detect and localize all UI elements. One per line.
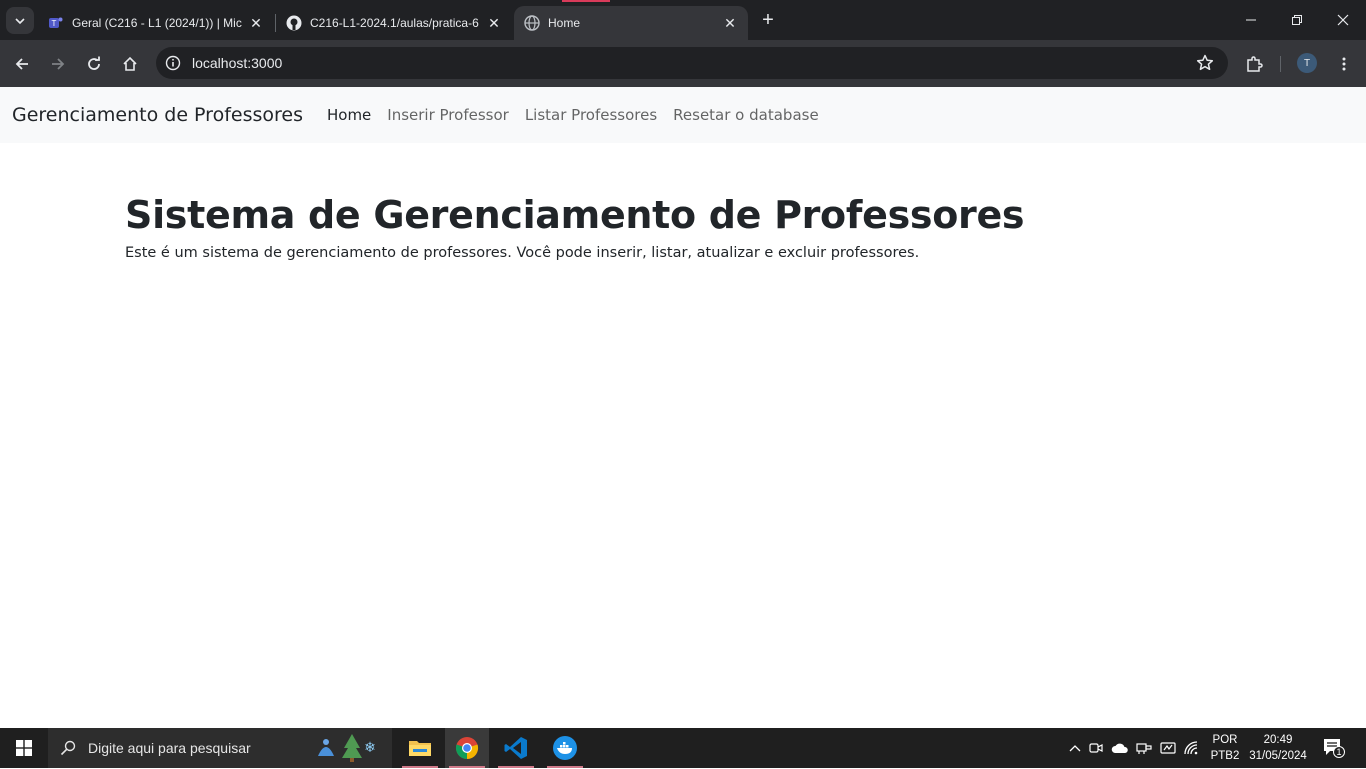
- nav-link-listar-professores[interactable]: Listar Professores: [517, 106, 665, 124]
- chevron-up-icon[interactable]: [1066, 744, 1084, 752]
- search-highlight-icon[interactable]: ❄: [314, 732, 376, 769]
- taskbar-vscode[interactable]: [494, 728, 538, 768]
- language-code: POR: [1212, 734, 1238, 746]
- close-icon[interactable]: ✕: [248, 15, 264, 31]
- page-title: Sistema de Gerenciamento de Professores: [125, 193, 1025, 237]
- url-text: localhost:3000: [192, 55, 283, 71]
- browser-tab-bar: T Geral (C216 - L1 (2024/1)) | Microsoft…: [0, 0, 1366, 40]
- restore-button[interactable]: [1274, 0, 1320, 40]
- tab-search-button[interactable]: [6, 7, 34, 34]
- close-icon[interactable]: ✕: [486, 15, 502, 31]
- extensions-button[interactable]: [1240, 50, 1268, 78]
- keyboard-layout: PTB2: [1210, 750, 1240, 762]
- new-tab-button[interactable]: +: [756, 8, 780, 32]
- home-button[interactable]: [116, 50, 144, 78]
- navbar-brand[interactable]: Gerenciamento de Professores: [12, 104, 303, 126]
- web-page: Gerenciamento de Professores Home Inseri…: [0, 87, 1366, 728]
- tab-home[interactable]: Home ✕: [514, 6, 748, 40]
- nav-links: Home Inserir Professor Listar Professore…: [319, 106, 827, 124]
- clock-date: 31/05/2024: [1249, 750, 1307, 762]
- onedrive-cloud-icon[interactable]: [1108, 742, 1132, 754]
- reload-icon: [88, 56, 100, 70]
- system-tray: [1066, 728, 1204, 768]
- taskbar-chrome[interactable]: [445, 728, 489, 768]
- tab-media-indicator: [562, 0, 610, 2]
- nav-link-resetar-database[interactable]: Resetar o database: [665, 106, 827, 124]
- wifi-icon[interactable]: [1180, 741, 1204, 755]
- minimize-button[interactable]: [1228, 0, 1274, 40]
- github-icon: [286, 15, 302, 31]
- windows-taskbar: Digite aqui para pesquisar ❄ POR PTB2 20…: [0, 728, 1366, 768]
- windows-logo-icon: [16, 740, 32, 756]
- tab-title: Home: [548, 16, 581, 30]
- chevron-down-icon: [15, 17, 25, 24]
- globe-icon: [524, 15, 540, 31]
- nav-link-home[interactable]: Home: [319, 106, 379, 124]
- file-explorer-icon: [409, 741, 431, 756]
- bookmark-star-icon[interactable]: [1196, 54, 1214, 77]
- svg-text:❄: ❄: [364, 740, 376, 756]
- notification-center-button[interactable]: 1: [1318, 736, 1348, 760]
- arrow-right-icon: [52, 58, 65, 70]
- taskbar-docker[interactable]: [543, 728, 587, 768]
- svg-text:T: T: [52, 19, 57, 28]
- tab-title: Geral (C216 - L1 (2024/1)) | Microsoft T…: [72, 16, 242, 30]
- menu-button[interactable]: [1330, 50, 1358, 78]
- close-icon: [1337, 14, 1349, 26]
- teams-icon: T: [48, 15, 64, 31]
- page-description: Este é um sistema de gerenciamento de pr…: [125, 245, 920, 261]
- site-info-icon[interactable]: [164, 54, 182, 72]
- puzzle-icon: [1247, 56, 1263, 72]
- reload-button[interactable]: [80, 50, 108, 78]
- main-content: Sistema de Gerenciamento de Professores …: [125, 193, 1125, 261]
- forward-button[interactable]: [44, 50, 72, 78]
- tab-teams[interactable]: T Geral (C216 - L1 (2024/1)) | Microsoft…: [38, 6, 274, 40]
- browser-toolbar: localhost:3000 T: [0, 40, 1366, 87]
- taskbar-clock[interactable]: 20:49 31/05/2024: [1246, 732, 1310, 764]
- notification-icon: [1324, 739, 1345, 758]
- search-icon: [60, 740, 76, 756]
- home-icon: [123, 56, 137, 71]
- clock-time: 20:49: [1263, 734, 1293, 746]
- display-settings-icon[interactable]: [1156, 741, 1180, 755]
- close-icon[interactable]: ✕: [722, 15, 738, 31]
- site-navbar: Gerenciamento de Professores Home Inseri…: [0, 87, 1366, 143]
- arrow-left-icon: [15, 58, 28, 70]
- tab-title: C216-L1-2024.1/aulas/pratica-6: [310, 16, 479, 30]
- search-placeholder: Digite aqui para pesquisar: [88, 740, 251, 756]
- vscode-icon: [504, 737, 527, 759]
- tab-github[interactable]: C216-L1-2024.1/aulas/pratica-6 ✕: [276, 6, 512, 40]
- taskbar-file-explorer[interactable]: [398, 728, 442, 768]
- nav-link-inserir-professor[interactable]: Inserir Professor: [379, 106, 517, 124]
- network-adapter-icon[interactable]: [1132, 741, 1156, 755]
- restore-icon: [1292, 15, 1302, 25]
- start-button[interactable]: [0, 728, 48, 768]
- meet-now-icon[interactable]: [1084, 741, 1108, 755]
- taskbar-search[interactable]: Digite aqui para pesquisar ❄: [48, 728, 392, 768]
- input-language-indicator[interactable]: POR PTB2: [1209, 732, 1241, 764]
- address-bar[interactable]: localhost:3000: [156, 47, 1228, 79]
- more-vertical-icon: [1342, 57, 1346, 71]
- notification-count: 1: [1336, 747, 1342, 757]
- back-button[interactable]: [8, 50, 36, 78]
- plus-icon: +: [762, 8, 774, 31]
- minimize-icon: [1246, 19, 1256, 21]
- toolbar-divider: [1280, 56, 1281, 72]
- docker-icon: [553, 736, 577, 760]
- close-window-button[interactable]: [1320, 0, 1366, 40]
- profile-avatar[interactable]: T: [1297, 53, 1317, 73]
- chrome-icon: [455, 737, 479, 760]
